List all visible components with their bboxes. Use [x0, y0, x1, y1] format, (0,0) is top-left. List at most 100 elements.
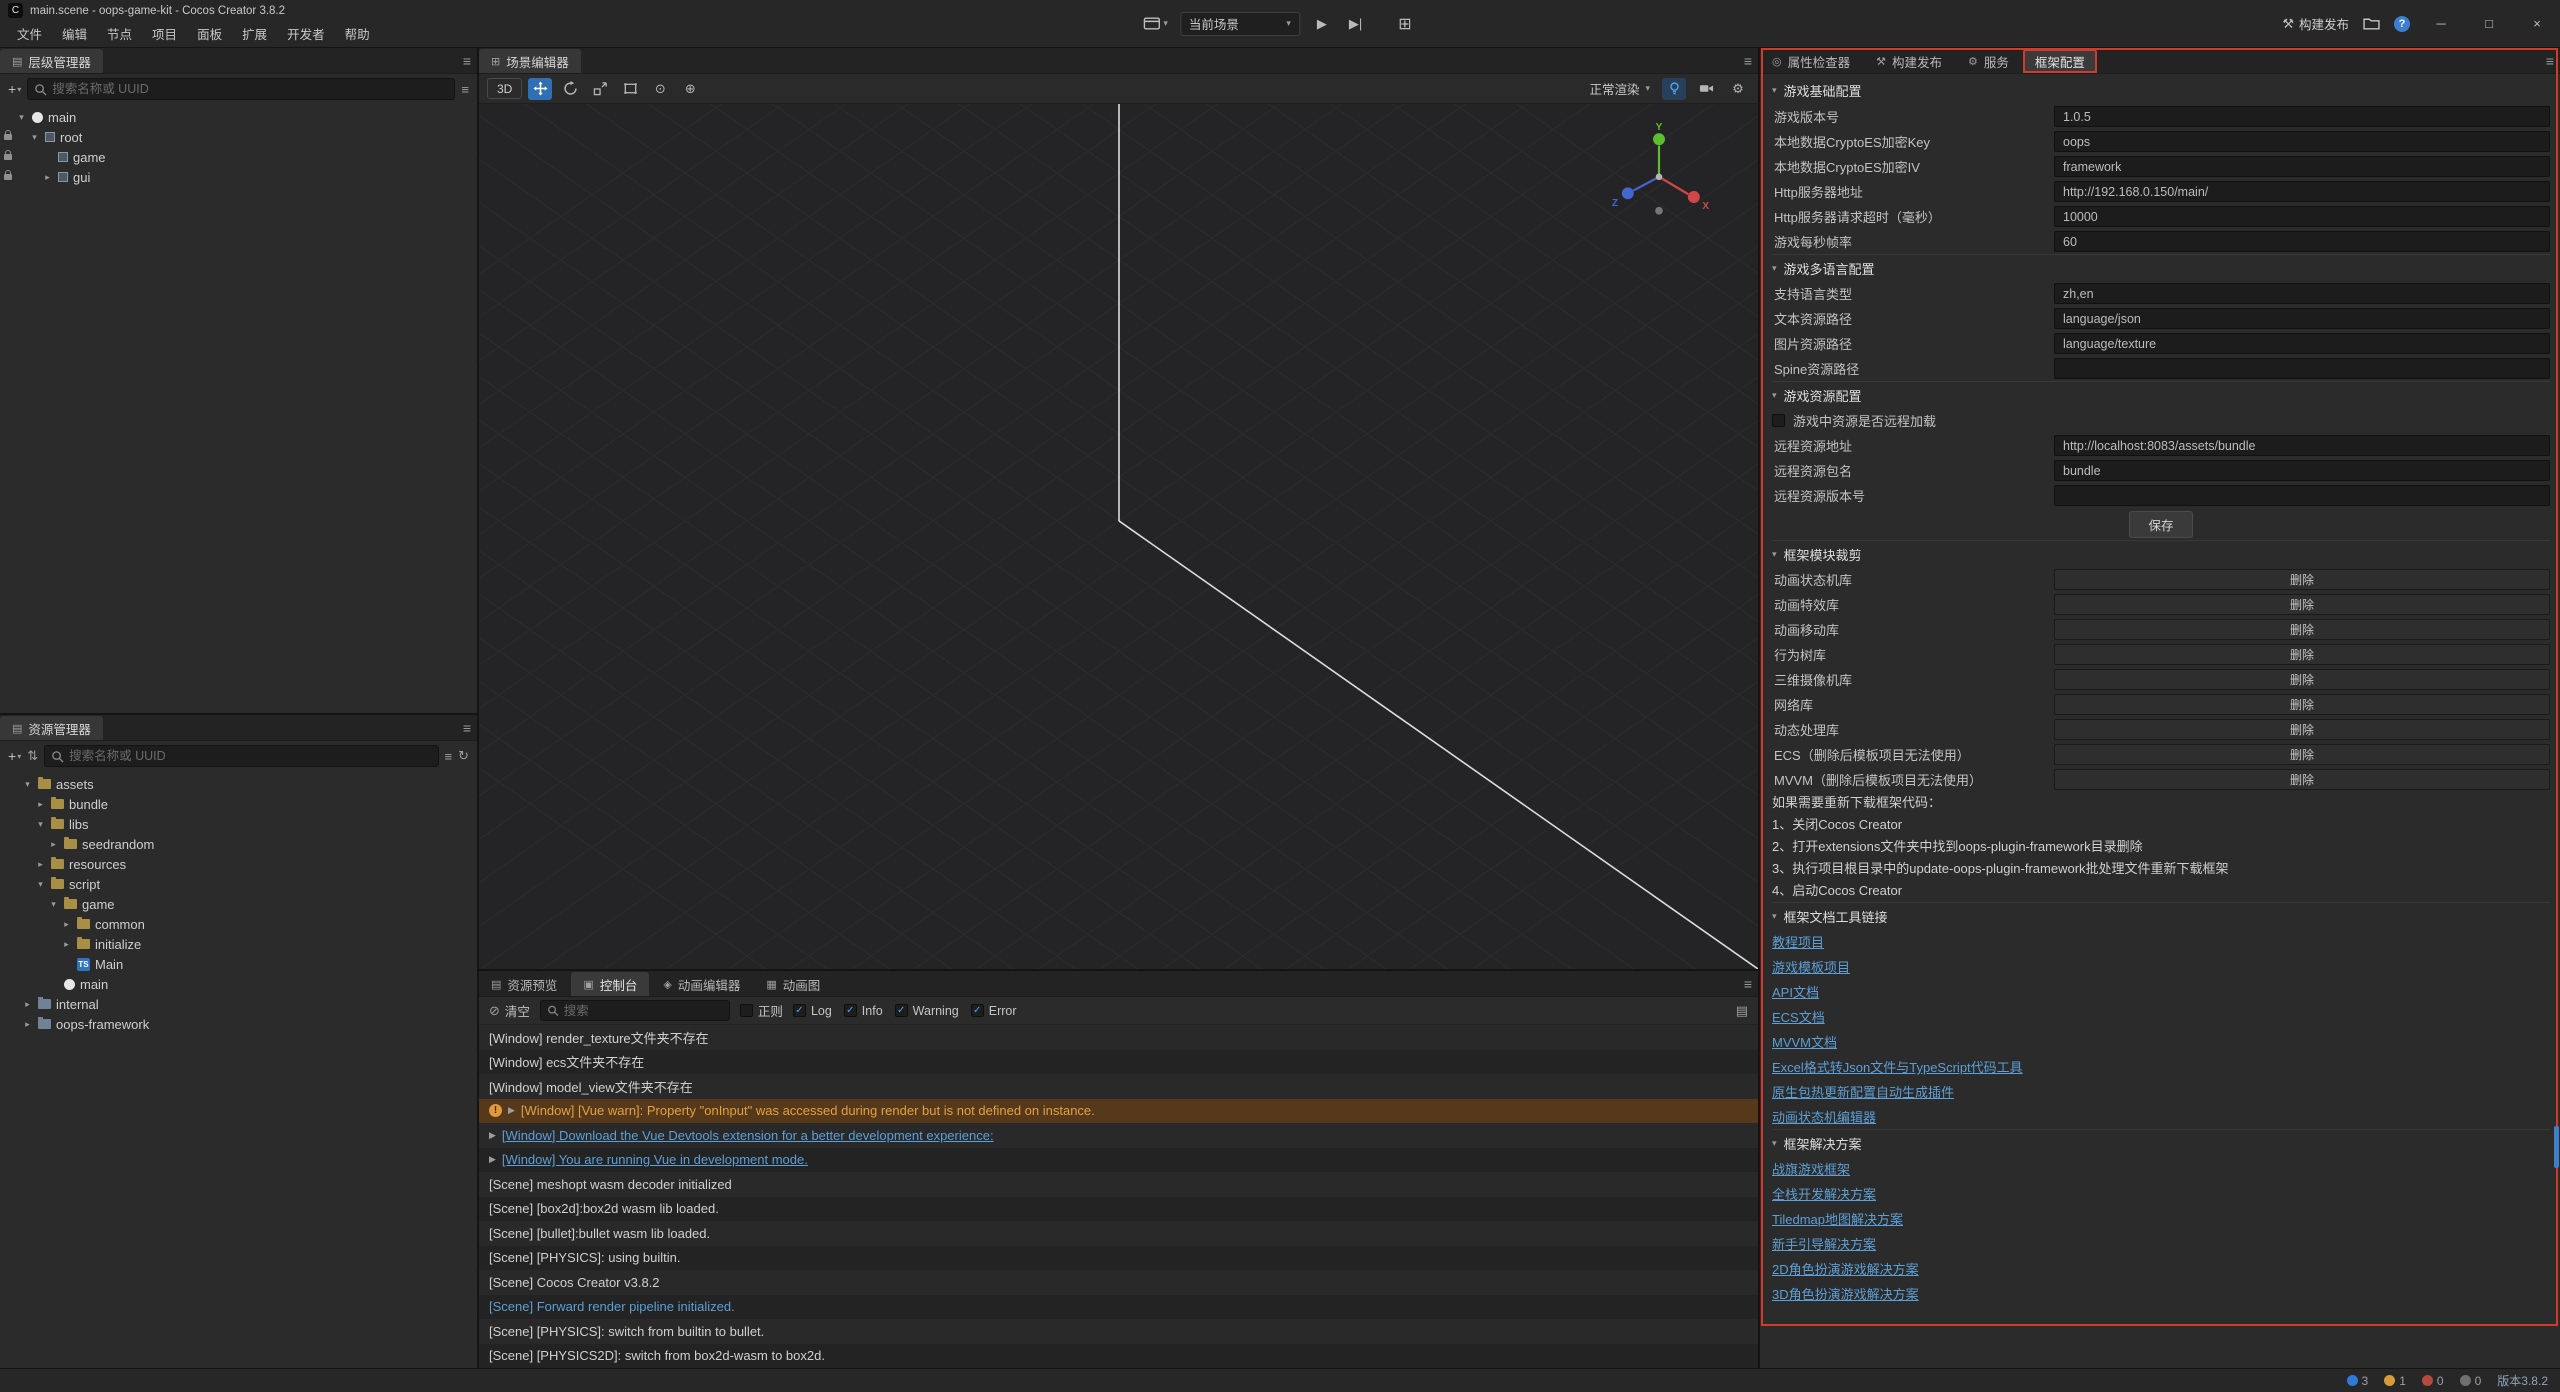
panel-menu-icon[interactable]: ≡: [1744, 976, 1752, 992]
preview-device-select[interactable]: ▾: [1143, 17, 1168, 30]
tree-row[interactable]: ▸seedrandom: [0, 834, 477, 854]
chevron-right-icon[interactable]: ▶: [489, 1154, 496, 1165]
chevron-right-icon[interactable]: ▶: [489, 1130, 496, 1141]
view-gizmo[interactable]: Y X Z: [1604, 120, 1714, 230]
remote-load-checkbox[interactable]: [1772, 414, 1785, 427]
warning-count[interactable]: 1: [2384, 1374, 2406, 1388]
refresh-icon[interactable]: ↻: [458, 748, 469, 764]
minimize-button[interactable]: ─: [2424, 16, 2458, 31]
solution-link[interactable]: Tiledmap地图解决方案: [1772, 1206, 2550, 1231]
help-icon[interactable]: ?: [2394, 16, 2410, 32]
tree-row[interactable]: ▸gui: [0, 167, 477, 187]
field-input[interactable]: [2054, 308, 2550, 329]
add-asset-button[interactable]: +▾: [8, 748, 21, 764]
regex-toggle[interactable]: 正则: [740, 1001, 783, 1020]
menu-item[interactable]: 项目: [143, 22, 186, 45]
doc-link[interactable]: 动画状态机编辑器: [1772, 1104, 2550, 1129]
chevron-down-icon[interactable]: ▾: [29, 132, 40, 143]
chevron-down-icon[interactable]: ▾: [35, 879, 46, 890]
tree-row[interactable]: ▾assets: [0, 774, 477, 794]
chevron-right-icon[interactable]: ▸: [61, 919, 72, 930]
info-count[interactable]: 3: [2347, 1374, 2369, 1388]
menu-item[interactable]: 扩展: [233, 22, 276, 45]
layout-icon[interactable]: ⊞: [1393, 12, 1416, 36]
inspector-tab[interactable]: ⚒构建发布: [1864, 49, 1954, 73]
hierarchy-search[interactable]: [27, 78, 455, 100]
panel-menu-icon[interactable]: ≡: [1744, 53, 1752, 69]
checkbox-icon[interactable]: ✓: [971, 1004, 984, 1017]
solution-link[interactable]: 3D角色扮演游戏解决方案: [1772, 1281, 2550, 1306]
doc-link[interactable]: 教程项目: [1772, 929, 2550, 954]
chevron-down-icon[interactable]: ▾: [48, 899, 59, 910]
solution-link[interactable]: 2D角色扮演游戏解决方案: [1772, 1256, 2550, 1281]
field-input[interactable]: [2054, 156, 2550, 177]
doc-link[interactable]: MVVM文档: [1772, 1029, 2550, 1054]
delete-button[interactable]: 删除: [2054, 594, 2550, 615]
tree-row[interactable]: ▾root: [0, 127, 477, 147]
doc-link[interactable]: 游戏模板项目: [1772, 954, 2550, 979]
console-tab[interactable]: ▤资源预览: [479, 972, 569, 996]
tree-row[interactable]: TSMain: [0, 954, 477, 974]
panel-menu-icon[interactable]: ≡: [463, 53, 471, 69]
field-input[interactable]: [2054, 358, 2550, 379]
tree-row[interactable]: ▸bundle: [0, 794, 477, 814]
hierarchy-search-input[interactable]: [52, 82, 448, 96]
panel-menu-icon[interactable]: ≡: [2546, 53, 2554, 69]
field-input[interactable]: [2054, 333, 2550, 354]
field-input[interactable]: [2054, 181, 2550, 202]
section-header-solutions[interactable]: ▾ 框架解决方案: [1772, 1129, 2550, 1156]
checkbox-icon[interactable]: ✓: [844, 1004, 857, 1017]
sort-icon[interactable]: ⇅: [27, 748, 38, 764]
step-button[interactable]: ▶|: [1344, 14, 1367, 34]
delete-button[interactable]: 删除: [2054, 619, 2550, 640]
tree-row[interactable]: ▸initialize: [0, 934, 477, 954]
field-input[interactable]: [2054, 283, 2550, 304]
assets-search[interactable]: [44, 745, 438, 767]
panel-menu-icon[interactable]: ≡: [463, 720, 471, 736]
tree-row[interactable]: ▾libs: [0, 814, 477, 834]
chevron-down-icon[interactable]: ▾: [35, 819, 46, 830]
scene-select[interactable]: 当前场景 ▾: [1180, 12, 1300, 36]
log-filter[interactable]: ✓Info: [844, 1004, 883, 1018]
node-filter-icon[interactable]: ≡: [461, 82, 469, 97]
field-input[interactable]: [2054, 460, 2550, 481]
section-header-docs[interactable]: ▾ 框架文档工具链接: [1772, 902, 2550, 929]
delete-button[interactable]: 删除: [2054, 719, 2550, 740]
inspector-tab[interactable]: ◎属性检查器: [1760, 49, 1862, 73]
camera-icon[interactable]: [1694, 78, 1718, 100]
log-row[interactable]: [Scene] [bullet]:bullet wasm lib loaded.: [479, 1221, 1758, 1246]
log-row[interactable]: [Scene] Forward render pipeline initiali…: [479, 1295, 1758, 1320]
rect-tool-icon[interactable]: [618, 78, 642, 100]
pivot-toggle-icon[interactable]: ⊙: [648, 78, 672, 100]
log-filter[interactable]: ✓Log: [793, 1004, 832, 1018]
tree-row[interactable]: ▸resources: [0, 854, 477, 874]
console-tab[interactable]: ◈动画编辑器: [651, 972, 752, 996]
chevron-right-icon[interactable]: ▸: [48, 839, 59, 850]
log-row[interactable]: [Scene] [PHYSICS]: using builtin.: [479, 1246, 1758, 1271]
render-mode-select[interactable]: 正常渲染 ▾: [1585, 79, 1654, 98]
chevron-down-icon[interactable]: ▾: [16, 112, 27, 123]
play-button[interactable]: ▶: [1312, 14, 1332, 34]
doc-link[interactable]: Excel格式转Json文件与TypeScript代码工具: [1772, 1054, 2550, 1079]
delete-button[interactable]: 删除: [2054, 669, 2550, 690]
doc-link[interactable]: API文档: [1772, 979, 2550, 1004]
tree-row[interactable]: ▸common: [0, 914, 477, 934]
log-filter[interactable]: ✓Error: [971, 1004, 1017, 1018]
tree-row[interactable]: ▸internal: [0, 994, 477, 1014]
tree-row[interactable]: ▾script: [0, 874, 477, 894]
scene-viewport[interactable]: Y X Z: [479, 104, 1758, 969]
menu-item[interactable]: 编辑: [53, 22, 96, 45]
section-header-modules[interactable]: ▾ 框架模块裁剪: [1772, 540, 2550, 567]
mode-3d-toggle[interactable]: 3D: [487, 78, 522, 99]
build-button[interactable]: ⚒ 构建发布: [2282, 14, 2349, 33]
log-row[interactable]: !▶[Window] [Vue warn]: Property "onInput…: [479, 1099, 1758, 1124]
rotate-tool-icon[interactable]: [558, 78, 582, 100]
tree-row[interactable]: ▸oops-framework: [0, 1014, 477, 1034]
tab-assets[interactable]: ▤ 资源管理器: [0, 716, 103, 740]
section-header-resource[interactable]: ▾ 游戏资源配置: [1772, 381, 2550, 408]
chevron-right-icon[interactable]: ▸: [42, 172, 53, 183]
notification-count[interactable]: 0: [2460, 1374, 2482, 1388]
log-row[interactable]: [Window] model_view文件夹不存在: [479, 1074, 1758, 1099]
chevron-down-icon[interactable]: ▾: [22, 779, 33, 790]
section-header-language[interactable]: ▾ 游戏多语言配置: [1772, 254, 2550, 281]
